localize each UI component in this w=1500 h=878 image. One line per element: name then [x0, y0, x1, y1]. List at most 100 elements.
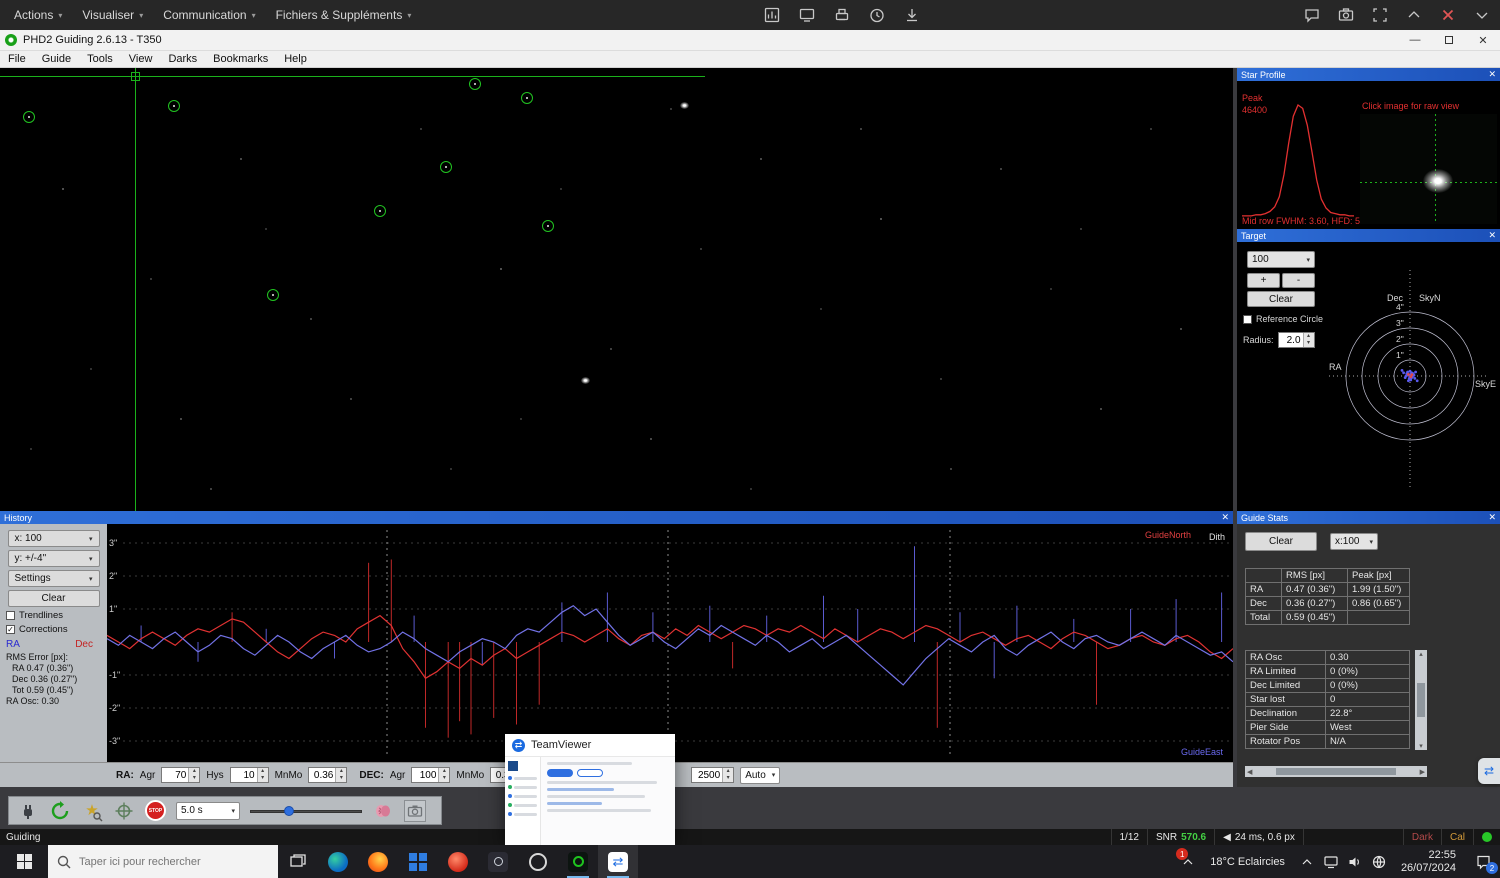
- loop-exposures-icon[interactable]: [49, 800, 71, 822]
- vertical-scrollbar[interactable]: ▴ ▾: [1415, 650, 1427, 750]
- monitor-icon[interactable]: [797, 5, 817, 25]
- target-clear-button[interactable]: Clear: [1247, 291, 1315, 307]
- corrections-row[interactable]: ✓Corrections: [6, 624, 107, 635]
- taskbar-app-teamviewer[interactable]: ⇄: [598, 845, 638, 878]
- history-clear-button[interactable]: Clear: [8, 590, 100, 607]
- radius-input[interactable]: [1279, 333, 1303, 347]
- menu-tools[interactable]: Tools: [79, 53, 121, 65]
- zoom-out-button[interactable]: -: [1282, 273, 1315, 288]
- tv-menu-communication[interactable]: Communication▾: [163, 8, 255, 22]
- taskbar-clock[interactable]: 22:55 26/07/2024: [1391, 849, 1466, 875]
- close-icon[interactable]: ✕: [1488, 70, 1496, 79]
- taskbar-app-dark[interactable]: [478, 845, 518, 878]
- spinner-buttons[interactable]: ▴▾: [257, 768, 268, 782]
- tray-volume-icon[interactable]: [1343, 845, 1367, 878]
- teamviewer-sidebar-handle[interactable]: ⇄: [1478, 758, 1500, 784]
- settings-button[interactable]: Settings▾: [8, 570, 100, 587]
- screenshot-icon[interactable]: [1336, 5, 1356, 25]
- close-session-button[interactable]: [1438, 5, 1458, 25]
- scroll-right-icon[interactable]: ▶: [1420, 768, 1425, 776]
- target-zoom-select[interactable]: 100▾: [1247, 251, 1315, 268]
- stats-scale-select[interactable]: x:100▾: [1330, 533, 1378, 550]
- gamma-slider[interactable]: [250, 805, 362, 817]
- corrections-checkbox[interactable]: ✓: [6, 625, 15, 634]
- tray-display-icon[interactable]: [1319, 845, 1343, 878]
- popup-titlebar[interactable]: ⇄ TeamViewer: [505, 734, 675, 756]
- star-thumbnail[interactable]: [1360, 114, 1497, 224]
- ra-mnmo-input[interactable]: [309, 768, 335, 782]
- slider-track[interactable]: [250, 810, 362, 813]
- stop-button[interactable]: STOP: [145, 800, 166, 821]
- stats-clear-button[interactable]: Clear: [1245, 532, 1317, 551]
- spinner-buttons[interactable]: ▴▾: [335, 768, 346, 782]
- ra-hys-input[interactable]: [231, 768, 257, 782]
- menu-guide[interactable]: Guide: [34, 53, 79, 65]
- scroll-left-icon[interactable]: ◀: [1247, 768, 1252, 776]
- taskbar-app-firefox[interactable]: [358, 845, 398, 878]
- start-button[interactable]: [0, 845, 48, 878]
- tray-network-icon[interactable]: [1367, 845, 1391, 878]
- slider-thumb[interactable]: [284, 806, 294, 816]
- spinner-buttons[interactable]: ▴▾: [1303, 333, 1314, 347]
- taskbar-app-office[interactable]: [398, 845, 438, 878]
- menu-bookmarks[interactable]: Bookmarks: [205, 53, 276, 65]
- menu-darks[interactable]: Darks: [160, 53, 205, 65]
- auto-select-star-icon[interactable]: ★: [81, 800, 103, 822]
- tv-menu-actions[interactable]: Actions▾: [14, 8, 62, 22]
- trendlines-row[interactable]: Trendlines: [6, 610, 107, 621]
- search-input[interactable]: [79, 856, 259, 868]
- scrollbar-thumb[interactable]: [1417, 683, 1425, 717]
- ra-agr-input[interactable]: [162, 768, 188, 782]
- hidden-icons-chevron[interactable]: [1295, 845, 1319, 878]
- taskbar-search[interactable]: [48, 845, 278, 878]
- close-icon[interactable]: ✕: [1221, 513, 1229, 522]
- taskbar-app-gray[interactable]: [518, 845, 558, 878]
- zoom-in-button[interactable]: +: [1247, 273, 1280, 288]
- x-scale-button[interactable]: x: 100▾: [8, 530, 100, 547]
- ra-legend[interactable]: RA: [6, 639, 20, 650]
- taskbar-app-phd2[interactable]: [558, 845, 598, 878]
- dec-agr-input[interactable]: [412, 768, 438, 782]
- minimize-button[interactable]: —: [1398, 30, 1432, 50]
- y-scale-button[interactable]: y: +/-4"▾: [8, 550, 100, 567]
- spinner-buttons[interactable]: ▴▾: [722, 768, 733, 782]
- download-icon[interactable]: [902, 5, 922, 25]
- printer-icon[interactable]: [832, 5, 852, 25]
- horizontal-scrollbar[interactable]: ◀ ▶: [1245, 766, 1427, 777]
- menu-help[interactable]: Help: [276, 53, 315, 65]
- taskbar-app-red[interactable]: [438, 845, 478, 878]
- tv-menu-visualiser[interactable]: Visualiser▾: [82, 8, 143, 22]
- restore-button[interactable]: [1432, 30, 1466, 50]
- menu-file[interactable]: File: [0, 53, 34, 65]
- scroll-up-icon[interactable]: ▴: [1419, 650, 1423, 658]
- exposure-select[interactable]: 5.0 s▾: [176, 802, 240, 820]
- fullscreen-icon[interactable]: [1370, 5, 1390, 25]
- close-icon[interactable]: ✕: [1488, 513, 1496, 522]
- session-timer-icon[interactable]: [867, 5, 887, 25]
- expand-more-icon[interactable]: [1472, 5, 1492, 25]
- session-stats-icon[interactable]: [762, 5, 782, 25]
- dec-legend[interactable]: Dec: [75, 639, 93, 650]
- chat-icon[interactable]: [1302, 5, 1322, 25]
- spinner-buttons[interactable]: ▴▾: [438, 768, 449, 782]
- task-view-button[interactable]: [278, 845, 318, 878]
- reference-circle-row[interactable]: Reference Circle: [1243, 314, 1323, 324]
- reference-circle-checkbox[interactable]: [1243, 315, 1252, 324]
- tv-menu-fichiers[interactable]: Fichiers & Suppléments▾: [276, 8, 412, 22]
- dec-mode-select[interactable]: Auto▾: [740, 767, 780, 784]
- teamviewer-popup[interactable]: ⇄ TeamViewer: [505, 734, 675, 845]
- connect-equipment-icon[interactable]: [17, 800, 39, 822]
- max-dec-input[interactable]: [692, 768, 722, 782]
- guide-camera-image[interactable]: [0, 68, 1233, 511]
- begin-guiding-icon[interactable]: [113, 800, 135, 822]
- scrollbar-thumb[interactable]: [1276, 768, 1396, 775]
- action-center-button[interactable]: 2: [1466, 845, 1500, 878]
- close-icon[interactable]: ✕: [1488, 231, 1496, 240]
- star-profile-content[interactable]: Peak 46400 Click image for raw view Mid …: [1237, 81, 1500, 229]
- scroll-down-icon[interactable]: ▾: [1419, 742, 1423, 750]
- weather-widget[interactable]: 18°C Eclaircies: [1200, 856, 1295, 868]
- taskbar-app-edge[interactable]: [318, 845, 358, 878]
- trendlines-checkbox[interactable]: [6, 611, 15, 620]
- close-button[interactable]: ✕: [1466, 30, 1500, 50]
- collapse-toolbar-icon[interactable]: [1404, 5, 1424, 25]
